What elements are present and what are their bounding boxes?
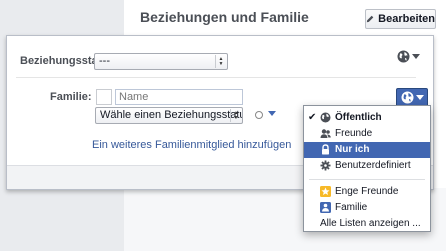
- family-icon: [320, 202, 331, 213]
- relationship-status-select[interactable]: --- ▲ ▼: [94, 53, 228, 70]
- friends-icon: [320, 129, 331, 138]
- globe-icon: [397, 50, 410, 63]
- chevron-down-icon[interactable]: [268, 111, 276, 116]
- loading-indicator-icon: [255, 111, 263, 119]
- relationship-privacy-selector[interactable]: [397, 50, 420, 63]
- menu-separator: [309, 179, 425, 180]
- family-label: Familie:: [50, 91, 92, 103]
- privacy-option-label: Alle Listen anzeigen ...: [320, 218, 421, 229]
- relationship-status-label: Beziehungsstatus:: [20, 55, 94, 67]
- add-family-member-link[interactable]: Ein weiteres Familienmitglied hinzufügen: [92, 139, 291, 151]
- section-title: Beziehungen und Familie: [140, 9, 309, 25]
- privacy-option-label: Familie: [335, 202, 368, 213]
- globe-icon: [401, 91, 413, 104]
- pencil-icon: [366, 15, 374, 23]
- privacy-option-label: Freunde: [335, 128, 373, 139]
- family-name-input[interactable]: [115, 89, 243, 105]
- privacy-option-custom[interactable]: Benutzerdefiniert: [304, 158, 430, 174]
- privacy-option-label: Enge Freunde: [335, 186, 399, 197]
- select-arrows-icon: ▲ ▼: [215, 55, 226, 68]
- star-icon: [320, 186, 331, 197]
- privacy-dropdown-menu: ✔ Öffentlich Freunde Nur ich Benutzerdef…: [303, 105, 431, 232]
- privacy-option-family[interactable]: Familie: [304, 200, 430, 216]
- edit-button-label: Bearbeiten: [378, 13, 435, 25]
- privacy-option-label: Nur ich: [335, 144, 370, 155]
- relationship-status-value: ---: [99, 55, 110, 67]
- globe-icon: [320, 112, 331, 123]
- lock-icon: [322, 144, 329, 155]
- checkmark-icon: ✔: [308, 112, 317, 123]
- family-member-photo: [96, 89, 112, 105]
- privacy-option-public[interactable]: ✔ Öffentlich: [304, 110, 430, 126]
- privacy-option-all-lists[interactable]: Alle Listen anzeigen ...: [304, 216, 430, 232]
- privacy-option-label: Benutzerdefiniert: [335, 160, 411, 171]
- edit-button[interactable]: Bearbeiten: [365, 9, 436, 29]
- family-relation-value: Wähle einen Beziehungsstatus:: [100, 109, 243, 121]
- gear-icon: [320, 160, 331, 171]
- divider: [16, 77, 416, 78]
- chevron-down-icon: [412, 54, 420, 59]
- select-arrows-icon: ▲ ▼: [230, 109, 241, 122]
- chevron-down-icon: [415, 95, 424, 100]
- privacy-option-only-me[interactable]: Nur ich: [304, 142, 430, 158]
- privacy-option-close-friends[interactable]: Enge Freunde: [304, 184, 430, 200]
- family-relation-select[interactable]: Wähle einen Beziehungsstatus: ▲ ▼: [95, 107, 243, 124]
- privacy-option-friends[interactable]: Freunde: [304, 126, 430, 142]
- privacy-option-label: Öffentlich: [335, 112, 382, 123]
